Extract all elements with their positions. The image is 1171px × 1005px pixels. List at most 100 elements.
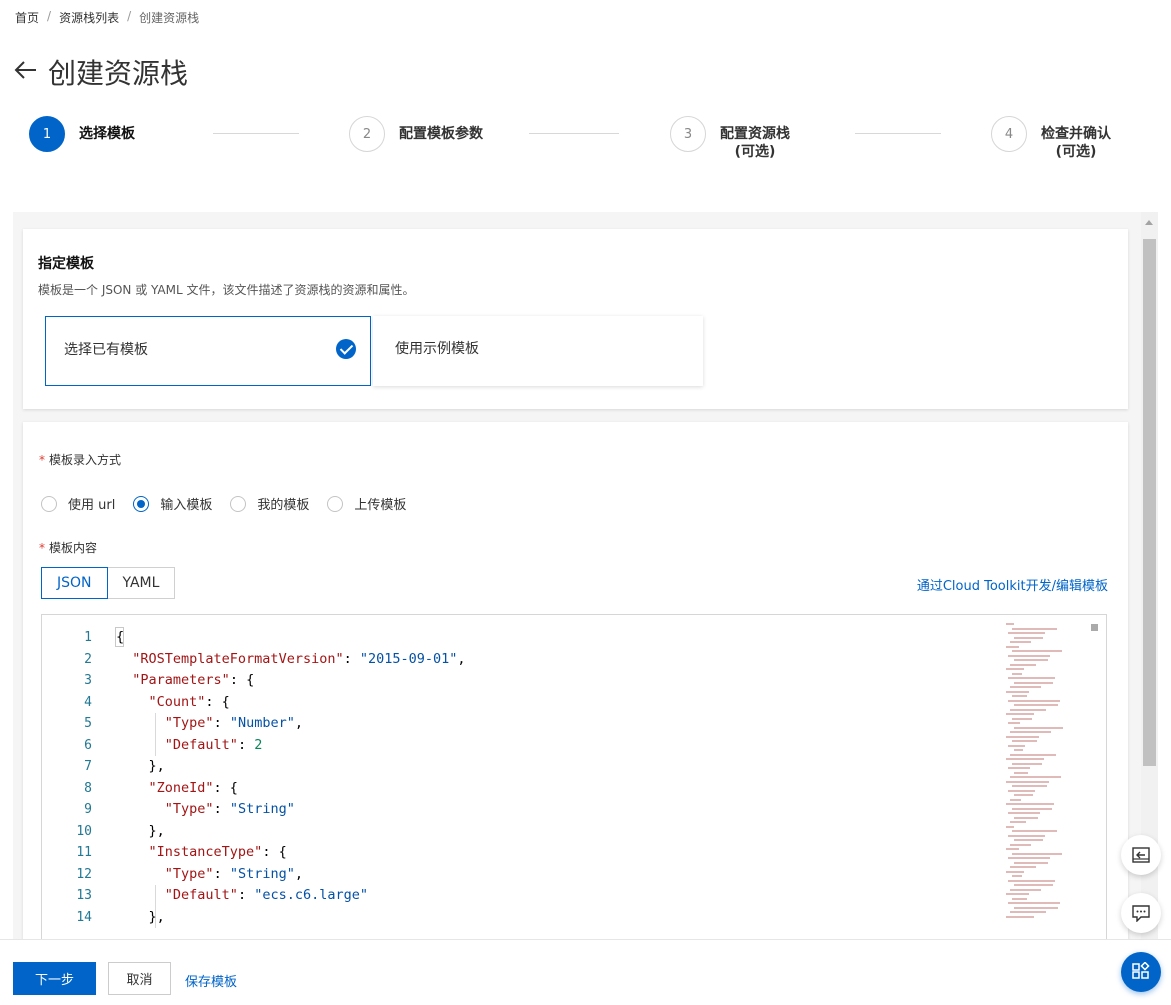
- required-mark: *: [39, 541, 45, 555]
- content-scroll-area[interactable]: 指定模板 模板是一个 JSON 或 YAML 文件，该文件描述了资源栈的资源和属…: [13, 212, 1158, 939]
- minimap-line: [1014, 704, 1058, 706]
- minimap-line: [1010, 911, 1046, 913]
- step-label: 配置模板参数: [399, 126, 483, 142]
- minimap-line: [1010, 821, 1026, 823]
- minimap-line: [1008, 879, 1055, 882]
- minimap-line: [1012, 897, 1027, 900]
- line-number: 14: [76, 909, 92, 925]
- minimap-line: [1006, 735, 1039, 738]
- line-number: 5: [84, 716, 92, 731]
- minimap-line: [1008, 767, 1030, 769]
- minimap-line: [1014, 884, 1053, 886]
- scrollbar-thumb[interactable]: [1143, 239, 1156, 766]
- minimap-line: [1010, 798, 1021, 801]
- tab-json[interactable]: JSON: [41, 567, 108, 599]
- minimap-line: [1012, 830, 1057, 832]
- code-line: "ROSTemplateFormatVersion": "2015-09-01"…: [132, 650, 466, 667]
- code-line: "ZoneId": {: [148, 779, 238, 796]
- minimap-line: [1006, 758, 1044, 760]
- tab-yaml[interactable]: YAML: [106, 567, 176, 599]
- minimap-line: [1012, 785, 1047, 787]
- minimap-line: [1014, 839, 1043, 841]
- breadcrumb-list[interactable]: 资源栈列表: [59, 9, 119, 26]
- minimap-line: [1012, 875, 1022, 877]
- template-spec-heading: 指定模板: [38, 256, 94, 272]
- vertical-scrollbar[interactable]: [1141, 212, 1158, 939]
- apps-icon[interactable]: [1121, 952, 1161, 992]
- minimap-line: [1012, 695, 1027, 697]
- format-tabs: JSON YAML: [41, 567, 176, 599]
- page: 首页 / 资源栈列表 / 创建资源栈 创建资源栈 1 选择模板 2 配置模板参数…: [0, 0, 1171, 1005]
- minimap-line: [1008, 902, 1060, 904]
- minimap-line: [1012, 807, 1052, 810]
- editor-minimap[interactable]: [1006, 623, 1086, 939]
- minimap-line: [1014, 749, 1023, 751]
- code-line: "Default": "ecs.c6.large": [164, 887, 368, 903]
- collapse-panel-icon[interactable]: [1121, 835, 1161, 875]
- minimap-line: [1008, 834, 1045, 837]
- minimap-line: [1014, 681, 1053, 684]
- template-spec-card: 指定模板 模板是一个 JSON 或 YAML 文件，该文件描述了资源栈的资源和属…: [23, 229, 1128, 409]
- minimap-line: [1006, 870, 1024, 873]
- step-connector: [213, 133, 299, 134]
- step-label: 检查并确认 (可选): [1041, 126, 1111, 160]
- code-line: "Default": 2: [164, 736, 263, 753]
- code-line: "Type": "String",: [164, 865, 303, 882]
- arrow-left-icon[interactable]: [14, 59, 38, 85]
- minimap-line: [1014, 816, 1038, 819]
- minimap-line: [1006, 848, 1019, 850]
- line-number: 1: [84, 630, 92, 645]
- radio-circle-icon: [230, 495, 247, 512]
- minimap-line: [1014, 771, 1028, 774]
- minimap-line: [1008, 812, 1040, 814]
- save-template-link[interactable]: 保存模板: [185, 971, 237, 990]
- code-line: },: [116, 758, 165, 774]
- code-editor[interactable]: 1 2 3 4 5 6 7 8 9 10 11 12 13 14 { "ROSTemplateFormat…: [41, 614, 1107, 939]
- minimap-line: [1010, 888, 1041, 891]
- line-number: 6: [84, 737, 92, 753]
- step-number: 1: [29, 116, 65, 152]
- radio-upload-template[interactable]: 上传模板: [327, 494, 406, 513]
- minimap-line: [1008, 654, 1050, 657]
- minimap-line: [1012, 650, 1062, 652]
- next-step-button[interactable]: 下一步: [13, 962, 96, 995]
- minimap-line: [1014, 726, 1063, 729]
- entry-method-label: * 模板录入方式: [39, 453, 122, 467]
- minimap-line: [1010, 663, 1036, 666]
- breadcrumb-separator: /: [127, 9, 132, 23]
- sample-template-option[interactable]: 使用示例模板: [373, 316, 703, 386]
- code-line: "Count": {: [148, 693, 230, 710]
- existing-template-option[interactable]: 选择已有模板: [45, 316, 371, 386]
- minimap-slider[interactable]: [1091, 624, 1098, 631]
- cloud-toolkit-link[interactable]: 通过Cloud Toolkit开发/编辑模板: [917, 575, 1108, 594]
- breadcrumb-current: 创建资源栈: [139, 11, 200, 25]
- minimap-line: [1012, 762, 1042, 765]
- radio-checked-icon: [133, 495, 150, 512]
- minimap-line: [1006, 668, 1024, 670]
- breadcrumb: 首页 / 资源栈列表 / 创建资源栈: [15, 9, 199, 26]
- step-number: 4: [991, 116, 1027, 152]
- cancel-button[interactable]: 取消: [108, 962, 171, 995]
- radio-my-templates[interactable]: 我的模板: [230, 494, 309, 513]
- minimap-line: [1014, 794, 1033, 796]
- step-label: 选择模板: [79, 126, 135, 142]
- breadcrumb-separator: /: [47, 9, 52, 23]
- radio-input-template[interactable]: 输入模板: [133, 494, 212, 513]
- minimap-line: [1012, 740, 1037, 742]
- breadcrumb-home[interactable]: 首页: [15, 9, 39, 26]
- minimap-line: [1014, 906, 1058, 909]
- step-4: 4 检查并确认 (可选): [991, 116, 1111, 161]
- scroll-up-arrow-icon[interactable]: [1145, 220, 1153, 225]
- minimap-line: [1008, 722, 1020, 724]
- chat-icon[interactable]: [1121, 893, 1161, 933]
- minimap-line: [1006, 713, 1034, 715]
- minimap-line: [1010, 753, 1056, 756]
- minimap-line: [1006, 690, 1029, 693]
- minimap-line: [1012, 852, 1062, 855]
- radio-use-url[interactable]: 使用 url: [41, 494, 115, 513]
- minimap-line: [1010, 866, 1036, 868]
- line-number: 7: [84, 759, 92, 774]
- step-number: 2: [349, 116, 385, 152]
- step-3: 3 配置资源栈 (可选): [670, 116, 790, 161]
- steps: 1 选择模板 2 配置模板参数 3 配置资源栈 (可选) 4 检查并确认 (可选): [29, 116, 1139, 176]
